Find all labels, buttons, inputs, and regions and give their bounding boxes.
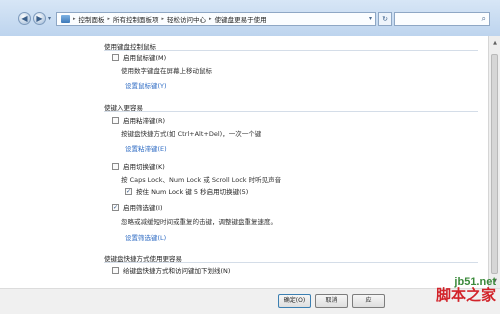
back-arrow-icon[interactable]: ◀ [18, 12, 31, 25]
underline-shortcuts-label: 给键盘快捷方式和访问键加下划线(N) [123, 267, 231, 275]
sticky-keys-option[interactable]: 启用粘滞键(R) [112, 115, 165, 125]
breadcrumb-control-panel[interactable]: 控制面板 [79, 14, 105, 24]
section-divider [104, 50, 478, 51]
sticky-keys-description: 按键盘快捷方式(如 Ctrl+Alt+Del)，一次一个键 [121, 130, 262, 138]
address-bar[interactable]: ▸ 控制面板 ▸ 所有控制面板项 ▸ 轻松访问中心 ▸ 使键盘更易于使用 ▾ [56, 12, 376, 26]
filter-keys-settings-link[interactable]: 设置筛选键(L) [125, 232, 166, 242]
breadcrumb-keyboard[interactable]: 使键盘更易于使用 [215, 14, 267, 24]
underline-shortcuts-checkbox[interactable] [112, 266, 119, 274]
apply-button[interactable]: 应 [352, 294, 385, 308]
mouse-keys-checkbox[interactable] [112, 53, 119, 61]
section-divider [104, 262, 478, 263]
breadcrumb-separator-icon: ▸ [73, 16, 76, 22]
cancel-button[interactable]: 取消 [315, 294, 348, 308]
toggle-keys-description: 按 Caps Lock、Num Lock 或 Scroll Lock 时听见声音 [121, 176, 282, 184]
breadcrumb-separator-icon: ▸ [209, 16, 212, 22]
scrollbar-thumb[interactable] [491, 54, 498, 274]
underline-shortcuts-option[interactable]: 给键盘快捷方式和访问键加下划线(N) [112, 265, 230, 275]
window-titlebar: ◀ ▶ ▾ ▸ 控制面板 ▸ 所有控制面板项 ▸ 轻松访问中心 ▸ 使键盘更易于… [0, 0, 500, 36]
ok-button[interactable]: 确定(O) [278, 294, 311, 308]
breadcrumb-all-items[interactable]: 所有控制面板项 [113, 14, 159, 24]
watermark-name: 脚本之家 [435, 287, 496, 304]
sticky-keys-settings-link[interactable]: 设置粘滞键(E) [125, 143, 167, 153]
search-icon[interactable]: ⌕ [482, 14, 486, 24]
toggle-keys-checkbox[interactable] [112, 162, 119, 170]
settings-content: 使用键盘控制鼠标 启用鼠标键(M) 使用数字键盘在屏幕上移动鼠标 设置鼠标键(Y… [0, 36, 488, 288]
vertical-scrollbar[interactable]: ▲ ▼ [488, 36, 500, 288]
breadcrumb-ease-of-access[interactable]: 轻松访问中心 [167, 14, 206, 24]
toggle-keys-label: 启用切换键(K) [123, 163, 165, 171]
sticky-keys-checkbox[interactable] [112, 116, 119, 124]
history-dropdown-icon[interactable]: ▾ [48, 15, 51, 22]
checkmark-icon[interactable]: ✓ [125, 187, 132, 195]
filter-keys-description: 忽略或减缓短时间或重复的击键，调整键盘重复速度。 [121, 218, 277, 226]
mouse-keys-settings-link[interactable]: 设置鼠标键(Y) [125, 80, 167, 90]
breadcrumb-separator-icon: ▸ [161, 16, 165, 22]
filter-keys-label: 启用筛选键(I) [123, 204, 163, 212]
toggle-keys-numlock-label: 按住 Num Lock 键 5 秒启用切换键(5) [136, 188, 249, 196]
control-panel-icon [61, 15, 70, 23]
mouse-keys-option[interactable]: 启用鼠标键(M) [112, 52, 166, 62]
mouse-keys-label: 启用鼠标键(M) [123, 54, 167, 62]
scroll-up-icon[interactable]: ▲ [491, 40, 499, 46]
toggle-keys-numlock-option[interactable]: ✓ 按住 Num Lock 键 5 秒启用切换键(5) [125, 186, 248, 196]
sticky-keys-label: 启用粘滞键(R) [123, 117, 166, 125]
address-dropdown-icon[interactable]: ▾ [369, 15, 372, 22]
section-divider [104, 111, 478, 112]
breadcrumb-separator-icon: ▸ [107, 16, 111, 22]
filter-keys-option[interactable]: ✓ 启用筛选键(I) [112, 202, 163, 212]
checkmark-icon[interactable]: ✓ [112, 203, 119, 211]
forward-arrow-icon[interactable]: ▶ [33, 12, 46, 25]
mouse-keys-description: 使用数字键盘在屏幕上移动鼠标 [121, 67, 212, 75]
search-input[interactable]: ⌕ [394, 12, 490, 26]
refresh-icon[interactable]: ↻ [378, 12, 392, 26]
watermark: jb51.net 脚本之家 [398, 276, 498, 304]
toggle-keys-option[interactable]: 启用切换键(K) [112, 161, 165, 171]
